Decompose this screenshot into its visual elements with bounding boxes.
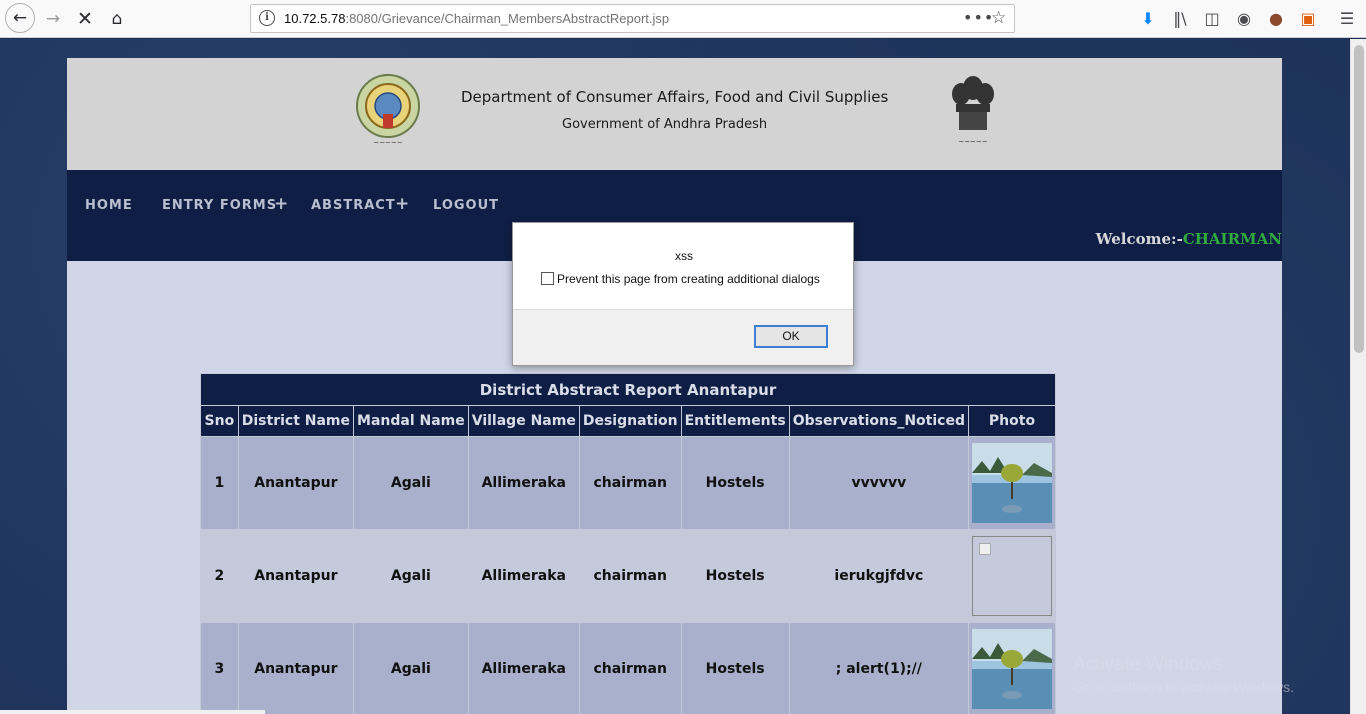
district-abstract-table: District Abstract Report Anantapur Sno D… [200,373,1057,714]
cell-photo [967,436,1057,530]
browser-toolbar: ← → ✕ ⌂ i 10.72.5.78:8080/Grievance/Chai… [0,0,1366,38]
nav-logout[interactable]: LOGOUT [433,198,499,213]
lake-tree-photo[interactable] [971,443,1052,523]
prevent-dialogs-label[interactable]: Prevent this page from creating addition… [557,272,820,286]
government-title: Government of Andhra Pradesh [562,117,768,132]
stop-loading-icon[interactable]: ✕ [71,5,99,33]
cell-entitlements: Hostels [680,529,790,623]
welcome-label: Welcome:- [1095,230,1183,248]
cell-district: Anantapur [237,436,355,530]
table-row: 2 Anantapur Agali Allimeraka chairman Ho… [200,529,1057,623]
col-header-observations: Observations_Noticed [788,405,969,437]
nav-entry-forms[interactable]: ENTRY FORMS [162,198,277,213]
cookie-icon[interactable]: ● [1265,8,1287,30]
watermark-subtitle: Go to Settings to activate Windows. [1073,679,1294,695]
cell-photo [967,622,1057,714]
cell-observations: vvvvvv [788,436,969,530]
table-row: 3 Anantapur Agali Allimeraka chairman Ho… [200,622,1057,714]
cell-entitlements: Hostels [680,622,790,714]
col-header-village: Village Name [467,405,580,437]
col-header-sno: Sno [200,405,239,437]
dialog-message: xss [675,249,693,263]
cell-sno: 1 [200,436,239,530]
account-icon[interactable]: ◉ [1233,8,1255,30]
cell-observations: ierukgjfdvc [788,529,969,623]
prevent-dialogs-checkbox[interactable] [541,272,554,285]
cell-district: Anantapur [237,529,355,623]
home-icon[interactable]: ⌂ [103,5,131,33]
cell-village: Allimeraka [467,436,580,530]
menu-icon[interactable]: ☰ [1336,8,1358,30]
cell-mandal: Agali [353,436,469,530]
lake-tree-photo[interactable] [971,629,1052,709]
watermark-title: Activate Windows [1073,654,1223,675]
welcome-user-name: CHAIRMAN [1182,230,1282,248]
cell-mandal: Agali [353,529,469,623]
nav-abstract[interactable]: ABSTRACT [311,198,396,213]
andhra-pradesh-emblem-icon: ~~~~~ [356,74,420,147]
sidebar-icon[interactable]: ◫ [1201,8,1223,30]
col-header-entitlements: Entitlements [680,405,790,437]
cell-mandal: Agali [353,622,469,714]
scrollbar-thumb[interactable] [1354,45,1364,353]
entry-forms-expand-icon[interactable]: + [274,194,288,214]
cell-observations: ; alert(1);// [788,622,969,714]
cell-designation: chairman [578,529,682,623]
cell-designation: chairman [578,436,682,530]
back-arrow-icon[interactable]: ← [5,3,35,33]
cell-village: Allimeraka [467,529,580,623]
broken-image-icon[interactable] [971,536,1052,616]
status-bar [0,710,265,714]
col-header-district: District Name [237,405,355,437]
cell-district: Anantapur [237,622,355,714]
cell-photo [967,529,1057,623]
table-header-row: Sno District Name Mandal Name Village Na… [200,405,1057,437]
library-icon[interactable]: ‖\ [1169,8,1191,30]
url-bar[interactable]: i 10.72.5.78:8080/Grievance/Chairman_Mem… [250,4,1015,33]
site-header: ~~~~~ Department of Consumer Affairs, Fo… [67,58,1282,170]
download-icon[interactable]: ⬇ [1137,8,1159,30]
page-actions-icon[interactable]: ••• [963,8,994,27]
url-path: :8080/Grievance/Chairman_MembersAbstract… [345,11,670,26]
ok-button[interactable]: OK [754,325,828,348]
department-title: Department of Consumer Affairs, Food and… [461,88,889,106]
cell-entitlements: Hostels [680,436,790,530]
activate-windows-watermark: Activate Windows Go to Settings to activ… [1073,654,1294,695]
cell-sno: 3 [200,622,239,714]
cell-sno: 2 [200,529,239,623]
url-host: 10.72.5.78 [284,11,346,26]
table-row: 1 Anantapur Agali Allimeraka chairman Ho… [200,436,1057,530]
nav-home[interactable]: HOME [85,198,133,213]
url-text[interactable]: 10.72.5.78:8080/Grievance/Chairman_Membe… [284,11,669,26]
alert-dialog: xss Prevent this page from creating addi… [512,222,854,366]
report-title: District Abstract Report Anantapur [200,373,1056,406]
welcome-message: Welcome:-CHAIRMAN [1096,230,1282,248]
cell-village: Allimeraka [467,622,580,714]
bookmark-star-icon[interactable]: ☆ [991,8,1006,28]
national-emblem-icon: ~~~~~ [952,76,994,146]
site-info-icon[interactable]: i [259,10,275,26]
forward-arrow-icon[interactable]: → [39,5,67,33]
abstract-expand-icon[interactable]: + [395,194,409,214]
col-header-mandal: Mandal Name [353,405,469,437]
cell-designation: chairman [578,622,682,714]
svg-text:~~~~~: ~~~~~ [958,138,987,146]
svg-text:~~~~~: ~~~~~ [373,139,402,147]
col-header-designation: Designation [578,405,682,437]
dialog-footer: OK [513,309,853,365]
page-scrollbar[interactable] [1350,39,1366,714]
col-header-photo: Photo [967,405,1057,437]
extension-icon[interactable]: ▣ [1297,8,1319,30]
